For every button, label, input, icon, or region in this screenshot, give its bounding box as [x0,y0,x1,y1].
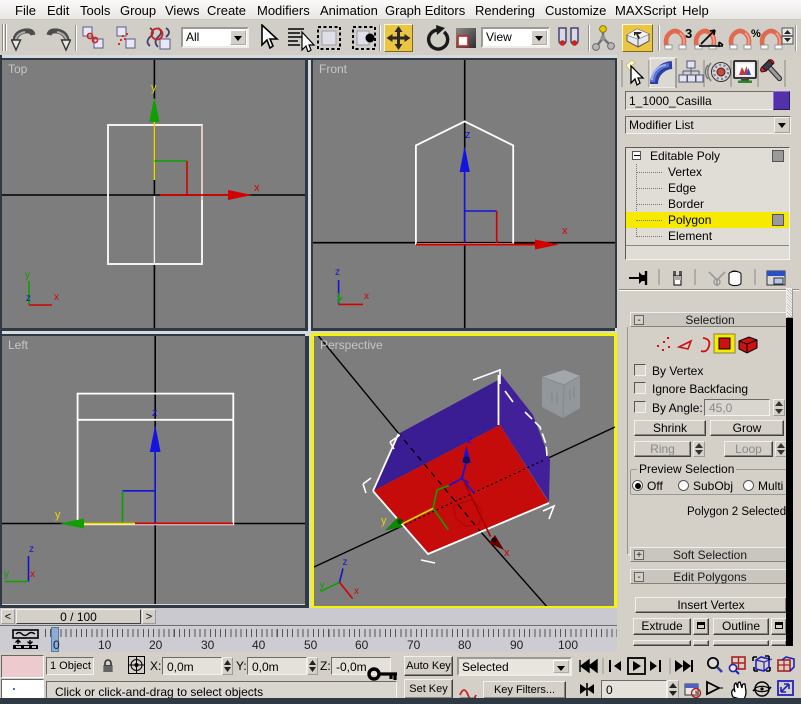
svg-text:y: y [55,509,61,521]
svg-text:z: z [335,267,340,278]
svg-text:x: x [562,225,568,237]
svg-text:z: z [29,544,34,555]
svg-text:z: z [26,293,31,304]
svg-text:x: x [364,291,369,302]
svg-text:z: z [343,557,348,568]
svg-text:y: y [381,515,387,527]
svg-text:x: x [254,182,260,194]
svg-text:z: z [152,407,158,419]
svg-text:y: y [4,569,9,580]
svg-text:y: y [25,270,30,281]
svg-text:y: y [320,580,325,591]
svg-text:y: y [151,82,157,94]
svg-text:x: x [504,547,510,559]
svg-text:x: x [54,292,59,303]
svg-text:z: z [467,434,473,446]
svg-text:x: x [354,586,359,597]
svg-text:3: 3 [685,26,692,41]
svg-text:z: z [465,129,471,141]
svg-text:%: % [751,28,761,40]
svg-text:x: x [30,569,35,580]
